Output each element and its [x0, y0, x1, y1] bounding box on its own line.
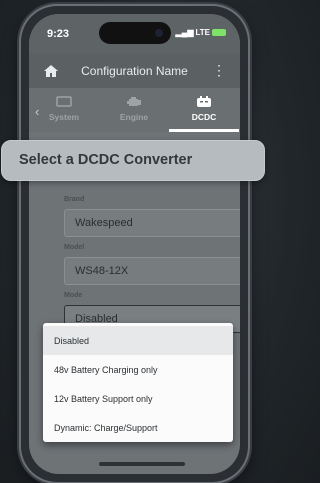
battery-converter-icon: [197, 96, 211, 107]
page-title: Configuration Name: [81, 64, 188, 78]
more-vert-icon[interactable]: ⋮: [212, 62, 226, 79]
brand-label: Brand: [64, 196, 85, 203]
tab-dcdc[interactable]: DCDC: [169, 88, 239, 132]
tab-engine[interactable]: Engine: [99, 88, 169, 132]
network-label: LTE: [195, 28, 210, 37]
model-select[interactable]: WS48-12X ⌄: [64, 257, 240, 285]
modal-header: Select a DCDC Converter: [1, 140, 265, 181]
modal-title: Select a DCDC Converter: [19, 152, 193, 168]
tab-label: DCDC: [191, 112, 217, 122]
dropdown-option-disabled[interactable]: Disabled: [43, 326, 233, 355]
dropdown-option-48v-charging[interactable]: 48v Battery Charging only: [43, 355, 233, 384]
app-bar: Configuration Name ⋮: [29, 54, 240, 88]
signal-icon: ▂▄▆: [175, 28, 194, 37]
tab-system[interactable]: System: [29, 88, 99, 132]
mode-dropdown-menu: Disabled 48v Battery Charging only 12v B…: [43, 323, 233, 442]
dropdown-option-dynamic[interactable]: Dynamic: Charge/Support: [43, 413, 233, 442]
tab-label: System: [48, 112, 80, 122]
tab-bar: ‹ System Engine DCDC: [29, 88, 240, 132]
camera-icon: [155, 29, 163, 37]
dynamic-island: [99, 22, 171, 44]
status-time: 9:23: [47, 28, 70, 40]
battery-icon: [212, 29, 226, 36]
home-indicator: [99, 462, 185, 466]
status-bar: 9:23 ▂▄▆ LTE: [29, 14, 240, 54]
tab-label: Engine: [119, 112, 149, 122]
dropdown-option-12v-support[interactable]: 12v Battery Support only: [43, 384, 233, 413]
model-label: Model: [64, 244, 85, 251]
monitor-icon: [56, 96, 72, 107]
brand-value: Wakespeed: [75, 217, 133, 229]
status-indicators: ▂▄▆ LTE: [175, 28, 226, 37]
brand-field[interactable]: Wakespeed: [64, 209, 240, 237]
engine-icon: [127, 97, 141, 106]
active-tab-indicator: [169, 129, 239, 132]
model-value: WS48-12X: [75, 265, 129, 277]
mode-label: Mode: [64, 292, 83, 299]
